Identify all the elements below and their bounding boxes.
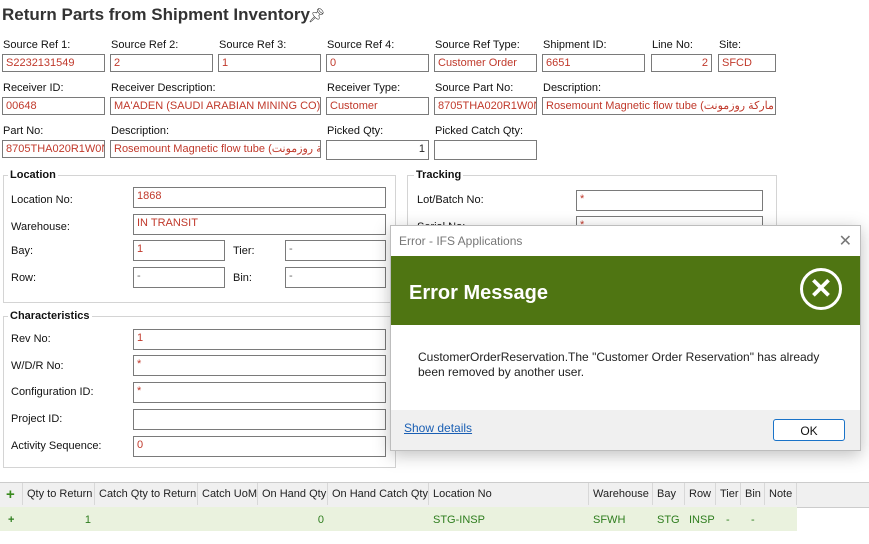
location-no-label: Location No: [11,194,73,206]
location-no-field[interactable]: 1868 [133,187,386,208]
table-row[interactable]: + 1 0 STG-INSP SFWH STG INSP - - [0,507,797,531]
cell-bin: - [751,514,755,526]
source-part-no-label: Source Part No: [435,82,514,94]
project-id-field[interactable] [133,409,386,430]
error-dialog: Error - IFS Applications ✕ Error Message… [390,225,861,451]
cell-qty-to-return[interactable]: 1 [23,507,91,531]
picked-catch-qty-field[interactable] [434,140,537,160]
page-title: Return Parts from Shipment Inventory [2,5,310,24]
configuration-id-field[interactable]: * [133,382,386,403]
receiver-desc-field[interactable]: MA'ADEN (SAUDI ARABIAN MINING CO) [110,97,321,115]
shipment-id-label: Shipment ID: [543,39,607,51]
cell-warehouse: SFWH [593,514,626,526]
cell-tier: - [726,514,730,526]
error-x-icon: ✕ [800,268,842,310]
description2-label: Description: [111,125,170,137]
col-row[interactable]: Row [685,483,716,505]
picked-qty-field[interactable]: 1 [326,140,429,160]
receiver-desc-label: Receiver Description: [111,82,216,94]
tier-label: Tier: [233,245,255,257]
activity-sequence-label: Activity Sequence: [11,440,102,452]
col-catch-uom[interactable]: Catch UoM [198,483,258,505]
site-label: Site: [719,39,742,51]
col-bin[interactable]: Bin [741,483,765,505]
activity-sequence-field[interactable]: 0 [133,436,386,457]
source-ref-type-field[interactable]: Customer Order [434,54,537,72]
bay-field[interactable]: 1 [133,240,225,261]
rev-no-label: Rev No: [11,333,51,345]
col-catch-qty-to-return[interactable]: Catch Qty to Return [95,483,198,505]
dialog-header-band: Error Message ✕ [391,256,860,325]
location-group-title: Location [8,169,58,181]
picked-catch-qty-label: Picked Catch Qty: [435,125,524,137]
bin-field[interactable]: - [285,267,386,288]
source-ref4-label: Source Ref 4: [327,39,395,51]
grid-header: + Qty to Return Catch Qty to Return Catc… [0,482,869,508]
shipment-id-field[interactable]: 6651 [542,54,645,72]
cell-row: INSP [689,514,715,526]
row-label: Row: [11,272,37,284]
part-no-label: Part No: [3,125,44,137]
receiver-type-label: Receiver Type: [327,82,401,94]
cell-location-no: STG-INSP [433,514,485,526]
col-note[interactable]: Note [765,483,797,505]
source-ref3-label: Source Ref 3: [219,39,287,51]
dialog-window-title: Error - IFS Applications [399,234,523,248]
dialog-titlebar[interactable]: Error - IFS Applications ✕ [391,226,860,256]
col-on-hand-catch-qty[interactable]: On Hand Catch Qty [328,483,429,505]
show-details-link[interactable]: Show details [404,421,472,435]
tier-field[interactable]: - [285,240,386,261]
col-tier[interactable]: Tier [716,483,741,505]
line-no-field[interactable]: 2 [651,54,712,72]
bay-label: Bay: [11,245,34,257]
lot-batch-no-field[interactable]: * [576,190,763,211]
col-bay[interactable]: Bay [653,483,685,505]
receiver-type-field[interactable]: Customer [326,97,429,115]
source-ref1-label: Source Ref 1: [3,39,71,51]
source-ref-type-label: Source Ref Type: [435,39,520,51]
bin-label: Bin: [233,272,252,284]
rev-no-field[interactable]: 1 [133,329,386,350]
source-ref2-label: Source Ref 2: [111,39,179,51]
line-no-label: Line No: [652,39,693,51]
wdr-no-label: W/D/R No: [11,360,64,372]
dialog-heading: Error Message [409,282,548,304]
col-on-hand-qty[interactable]: On Hand Qty [258,483,328,505]
configuration-id-label: Configuration ID: [11,386,94,398]
cell-bay: STG [657,514,680,526]
tracking-group-title: Tracking [414,169,464,181]
warehouse-label: Warehouse: [11,221,70,233]
col-location-no[interactable]: Location No [429,483,589,505]
description1-label: Description: [543,82,602,94]
picked-qty-label: Picked Qty: [327,125,384,137]
source-ref1-field[interactable]: S2232131549 [2,54,105,72]
dialog-message: CustomerOrderReservation.The "Customer O… [418,350,820,379]
description1-field[interactable]: Rosemount Magnetic flow tube (ي ماركة رو… [542,97,776,115]
source-ref2-field[interactable]: 2 [110,54,213,72]
wdr-no-field[interactable]: * [133,355,386,376]
ok-button[interactable]: OK [773,419,845,441]
lot-batch-no-label: Lot/Batch No: [417,194,484,206]
row-field[interactable]: - [133,267,225,288]
characteristics-group-title: Characteristics [8,310,92,322]
pin-icon[interactable]: 📌︎ [308,7,326,24]
row-plus-icon[interactable]: + [8,507,14,531]
cell-on-hand-qty: 0 [317,514,324,526]
part-no-field[interactable]: 8705THA020R1W0N [2,140,105,158]
close-icon[interactable]: ✕ [839,231,852,251]
description2-field[interactable]: Rosemount Magnetic flow tube (كة روزمونت [110,140,321,158]
receiver-id-label: Receiver ID: [3,82,64,94]
source-part-no-field[interactable]: 8705THA020R1W0N [434,97,537,115]
project-id-label: Project ID: [11,413,63,425]
col-qty-to-return[interactable]: Qty to Return [23,483,95,505]
warehouse-field[interactable]: IN TRANSIT [133,214,386,235]
plus-icon[interactable]: + [0,483,23,505]
dialog-footer: Show details OK [391,410,860,450]
site-field[interactable]: SFCD [718,54,776,72]
col-warehouse[interactable]: Warehouse [589,483,653,505]
receiver-id-field[interactable]: 00648 [2,97,105,115]
source-ref3-field[interactable]: 1 [218,54,321,72]
source-ref4-field[interactable]: 0 [326,54,429,72]
